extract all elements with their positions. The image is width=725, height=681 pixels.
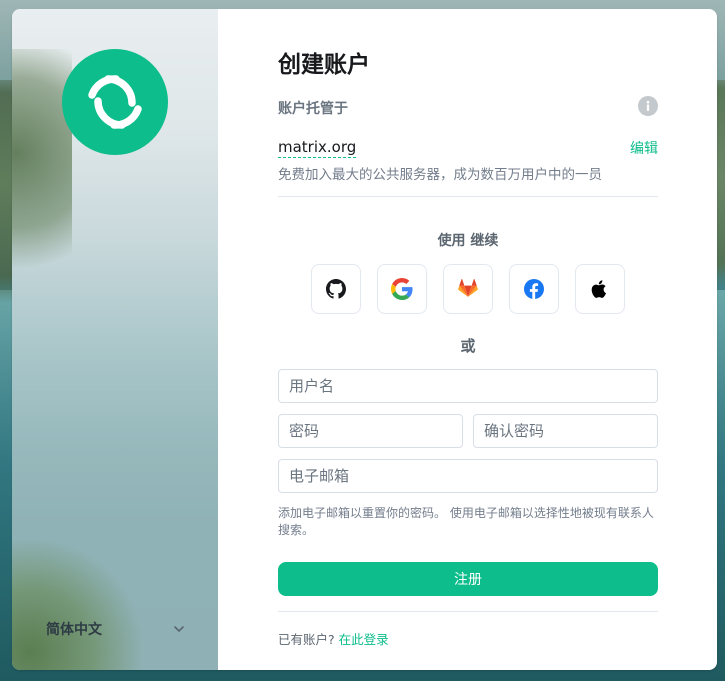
auth-card: 简体中文 创建账户 账户托管于 matrix.org 编辑 免费加入最大的公共服… (12, 9, 717, 670)
have-account-text: 已有账户? (278, 632, 335, 647)
signin-row: 已有账户? 在此登录 (278, 629, 389, 648)
github-icon (326, 279, 346, 299)
continue-with-label: 使用 继续 (437, 233, 499, 249)
element-logo-icon (62, 49, 168, 155)
google-icon (391, 278, 413, 300)
username-input[interactable] (279, 370, 657, 402)
sso-github-button[interactable] (311, 264, 361, 314)
password-field[interactable] (278, 414, 463, 448)
page-title: 创建账户 (278, 52, 370, 78)
register-button[interactable]: 注册 (278, 562, 658, 596)
email-hint: 添加电子邮箱以重置你的密码。 使用电子邮箱以选择性地被现有联系人搜索。 (278, 506, 654, 537)
username-field[interactable] (278, 369, 658, 403)
chevron-down-icon (172, 622, 186, 636)
language-dropdown[interactable]: 简体中文 (46, 619, 186, 639)
password-input[interactable] (279, 415, 462, 447)
gitlab-icon (458, 279, 478, 297)
signin-link[interactable]: 在此登录 (339, 632, 389, 647)
registration-form-panel: 创建账户 账户托管于 matrix.org 编辑 免费加入最大的公共服务器，成为… (278, 9, 658, 670)
apple-icon (591, 280, 607, 298)
info-icon[interactable] (638, 96, 658, 116)
sso-facebook-button[interactable] (509, 264, 559, 314)
email-field[interactable] (278, 459, 658, 493)
confirm-password-field[interactable] (473, 414, 658, 448)
hosted-on-label: 账户托管于 (278, 101, 348, 117)
facebook-icon (524, 279, 544, 299)
sso-buttons (311, 264, 625, 314)
divider (278, 611, 658, 612)
server-description: 免费加入最大的公共服务器，成为数百万用户中的一员 (278, 167, 602, 183)
or-separator: 或 (460, 337, 476, 355)
confirm-password-input[interactable] (474, 415, 657, 447)
language-label: 简体中文 (46, 622, 102, 638)
email-input[interactable] (279, 460, 657, 492)
sso-apple-button[interactable] (575, 264, 625, 314)
sso-google-button[interactable] (377, 264, 427, 314)
server-name: matrix.org (278, 138, 357, 158)
divider (278, 196, 658, 197)
sidebar-bottom-hill-decoration (12, 540, 142, 670)
auth-sidebar: 简体中文 (12, 9, 218, 670)
sso-gitlab-button[interactable] (443, 264, 493, 314)
edit-server-link[interactable]: 编辑 (630, 138, 658, 158)
